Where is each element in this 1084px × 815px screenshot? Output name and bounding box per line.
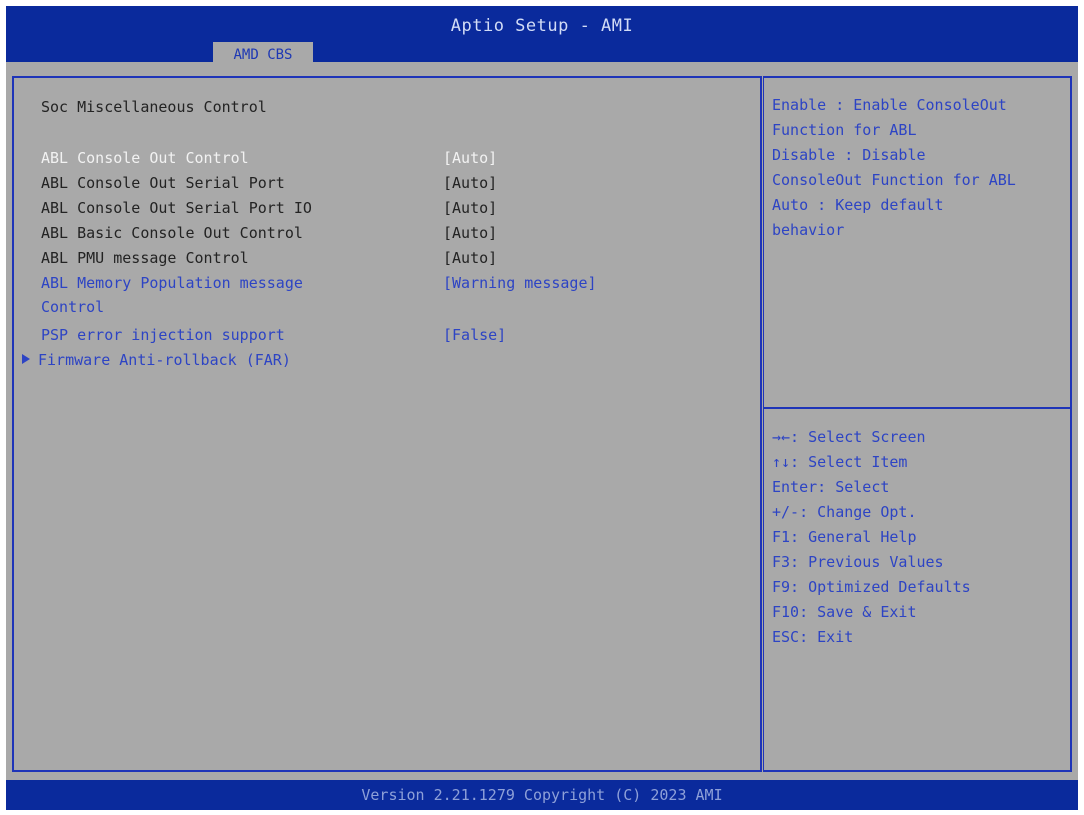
- help-text-line: Function for ABL: [772, 121, 917, 139]
- key-hint-enter: Enter: Select: [772, 478, 890, 496]
- key-hint-select-screen: →←: Select Screen: [772, 428, 926, 446]
- key-hint-select-item: ↑↓: Select Item: [772, 453, 908, 471]
- submenu-arrow-icon: [22, 354, 30, 364]
- setting-label: ABL Console Out Control: [41, 149, 249, 167]
- setting-value[interactable]: [False]: [443, 326, 506, 344]
- setting-abl-basic-console-out-control[interactable]: ABL Basic Console Out Control [Auto]: [14, 224, 760, 248]
- version-footer: Version 2.21.1279 Copyright (C) 2023 AMI: [6, 780, 1078, 810]
- setting-abl-console-out-serial-port-io[interactable]: ABL Console Out Serial Port IO [Auto]: [14, 199, 760, 223]
- setting-abl-pmu-message-control[interactable]: ABL PMU message Control [Auto]: [14, 249, 760, 273]
- setting-label: ABL Console Out Serial Port IO: [41, 199, 312, 217]
- setting-value[interactable]: [Warning message]: [443, 274, 597, 292]
- setting-label: PSP error injection support: [41, 326, 285, 344]
- help-text-line: Disable : Disable: [772, 146, 926, 164]
- key-hint-change-opt: +/-: Change Opt.: [772, 503, 917, 521]
- help-panel: Enable : Enable ConsoleOut Function for …: [763, 76, 1072, 772]
- section-title: Soc Miscellaneous Control: [41, 98, 267, 116]
- setting-value[interactable]: [Auto]: [443, 174, 497, 192]
- title-bar: Aptio Setup - AMI AMD CBS: [6, 6, 1078, 68]
- help-text-line: Enable : Enable ConsoleOut: [772, 96, 1007, 114]
- setting-label-line2: Control: [41, 298, 105, 316]
- key-hint-optimized-defaults: F9: Optimized Defaults: [772, 578, 971, 596]
- setting-psp-error-injection-support[interactable]: PSP error injection support [False]: [14, 326, 760, 350]
- setting-label-line1: ABL Memory Population message: [41, 274, 303, 292]
- setting-value[interactable]: [Auto]: [443, 249, 497, 267]
- help-text-line: behavior: [772, 221, 845, 239]
- setting-abl-console-out-serial-port[interactable]: ABL Console Out Serial Port [Auto]: [14, 174, 760, 198]
- setting-label: ABL Console Out Serial Port: [41, 174, 285, 192]
- setting-value[interactable]: [Auto]: [443, 199, 497, 217]
- setting-label: ABL PMU message Control: [41, 249, 249, 267]
- help-text-line: ConsoleOut Function for ABL: [772, 171, 1016, 189]
- setup-main-area: Soc Miscellaneous Control ABL Console Ou…: [6, 62, 1078, 780]
- key-hint-previous-values: F3: Previous Values: [772, 553, 944, 571]
- key-hint-save-exit: F10: Save & Exit: [772, 603, 917, 621]
- settings-panel: Soc Miscellaneous Control ABL Console Ou…: [12, 76, 762, 772]
- key-hint-exit: ESC: Exit: [772, 628, 854, 646]
- setting-label: ABL Basic Console Out Control: [41, 224, 303, 242]
- submenu-firmware-anti-rollback[interactable]: Firmware Anti-rollback (FAR): [22, 351, 291, 369]
- setting-abl-console-out-control[interactable]: ABL Console Out Control [Auto]: [14, 149, 760, 173]
- app-title: Aptio Setup - AMI: [450, 16, 634, 36]
- key-hint-general-help: F1: General Help: [772, 528, 917, 546]
- submenu-label: Firmware Anti-rollback (FAR): [38, 351, 291, 369]
- help-text-line: Auto : Keep default: [772, 196, 944, 214]
- setting-value[interactable]: [Auto]: [443, 224, 497, 242]
- setting-value[interactable]: [Auto]: [443, 149, 497, 167]
- help-divider: [764, 407, 1070, 409]
- setting-abl-memory-population-message-control[interactable]: ABL Memory Population message Control [W…: [14, 274, 760, 322]
